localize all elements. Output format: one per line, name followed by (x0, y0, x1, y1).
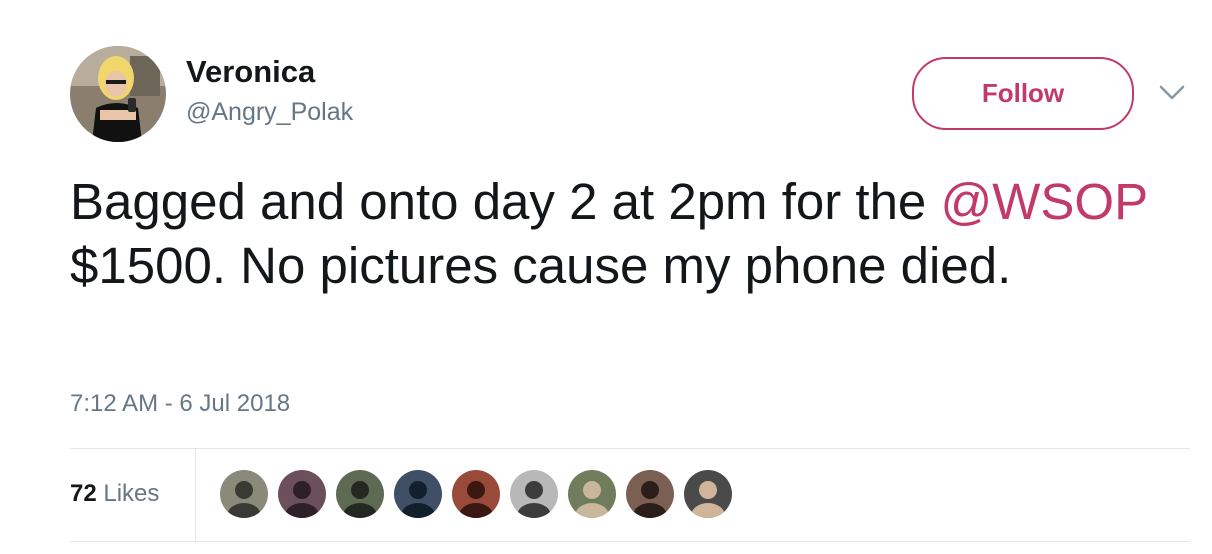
chevron-down-icon (1159, 85, 1185, 100)
stats-divider-bottom (70, 541, 1190, 542)
tweet-text-after-mention: $1500. No pictures cause my phone died. (70, 237, 1012, 294)
liker-photo-icon (220, 470, 268, 518)
liker-photo-icon (278, 470, 326, 518)
liker-avatar-2[interactable] (278, 470, 326, 518)
profile-photo-icon (70, 46, 166, 142)
stats-vertical-divider (195, 449, 196, 541)
liker-avatar-6[interactable] (510, 470, 558, 518)
stats-divider-top (70, 448, 1190, 449)
tweet-text: Bagged and onto day 2 at 2pm for the @WS… (70, 170, 1200, 298)
author-handle[interactable]: @Angry_Polak (186, 98, 353, 127)
liker-photo-icon (568, 470, 616, 518)
liker-photo-icon (626, 470, 674, 518)
follow-button[interactable]: Follow (912, 57, 1134, 130)
liker-photo-icon (336, 470, 384, 518)
liker-avatar-3[interactable] (336, 470, 384, 518)
liker-avatar-9[interactable] (684, 470, 732, 518)
liker-photo-icon (452, 470, 500, 518)
likes-stat[interactable]: 72 Likes (70, 480, 159, 508)
tweet-menu-button[interactable] (1157, 80, 1187, 104)
liker-photo-icon (394, 470, 442, 518)
liker-avatar-1[interactable] (220, 470, 268, 518)
author-avatar[interactable] (70, 46, 166, 142)
liker-avatar-4[interactable] (394, 470, 442, 518)
likes-count: 72 (70, 480, 97, 507)
liker-photo-icon (510, 470, 558, 518)
author-display-name[interactable]: Veronica (186, 54, 315, 90)
tweet-text-before-mention: Bagged and onto day 2 at 2pm for the (70, 173, 941, 230)
liker-avatar-7[interactable] (568, 470, 616, 518)
mention-link[interactable]: @WSOP (940, 173, 1147, 230)
likes-label: Likes (103, 480, 160, 507)
tweet-timestamp[interactable]: 7:12 AM - 6 Jul 2018 (70, 390, 290, 418)
liker-avatar-5[interactable] (452, 470, 500, 518)
liker-avatar-8[interactable] (626, 470, 674, 518)
liker-photo-icon (684, 470, 732, 518)
